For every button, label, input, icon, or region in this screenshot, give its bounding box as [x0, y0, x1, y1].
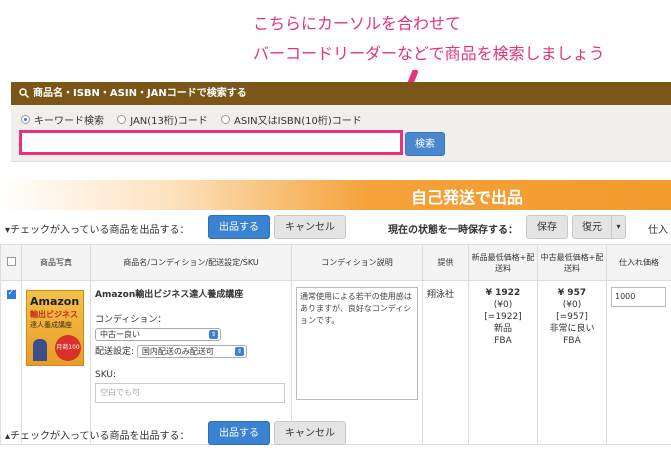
- used-price-total: [=957]: [556, 312, 588, 322]
- new-price-fulfillment: FBA: [494, 336, 512, 346]
- radio-keyword-label: キーワード検索: [34, 116, 104, 127]
- toolbar-bottom-text: ▴チェックが入っている商品を出品する：: [5, 427, 190, 442]
- shipping-select-value: 国内配送のみ配送可: [141, 347, 214, 356]
- checked-items-label: チェックが入っている商品を出品する：: [10, 225, 190, 236]
- header-product: 商品名/コンディション/配送設定/SKU: [90, 244, 292, 281]
- search-panel-title: 商品名・ISBN・ASIN・JANコードで検索する: [33, 88, 247, 99]
- search-mode-radios: キーワード検索 JAN(13桁)コード ASIN又はISBN(10桁)コード: [21, 112, 372, 127]
- condition-select[interactable]: 中古ー良い ⇕: [95, 328, 221, 341]
- condition-label: コンディション：: [95, 315, 167, 325]
- radio-jan-dot[interactable]: [117, 115, 127, 124]
- section-banner: 自己発送で出品: [0, 180, 671, 210]
- radio-jan[interactable]: JAN(13桁)コード: [117, 112, 208, 127]
- list-items-button-bottom[interactable]: 出品する: [208, 421, 270, 445]
- shipping-row: 配送設定: 国内配送のみ配送可 ⇕: [95, 344, 291, 358]
- condition-select-value: 中古ー良い: [100, 330, 140, 339]
- header-condition-note: コンディション説明: [291, 244, 423, 281]
- sku-input[interactable]: 空白でも可: [95, 383, 285, 403]
- used-price-value: ¥ 957: [557, 288, 587, 298]
- radio-keyword-dot[interactable]: [21, 115, 30, 124]
- save-state-label: 現在の状態を一時保存する：: [388, 225, 518, 236]
- used-price-condition: 非常に良い: [549, 324, 595, 334]
- shipping-select[interactable]: 国内配送のみ配送可 ⇕: [136, 345, 247, 358]
- condition-note-textarea[interactable]: 通常使用による若干の使用感はありますが、良好なコンディションです。: [296, 287, 418, 400]
- search-panel: キーワード検索 JAN(13桁)コード ASIN又はISBN(10桁)コード 検…: [11, 105, 671, 162]
- select-all-cell: [0, 244, 22, 281]
- radio-jan-label: JAN(13桁)コード: [130, 116, 208, 127]
- restore-button[interactable]: 復元: [572, 215, 612, 239]
- annotation-line-1: こちらにカーソルを合わせて: [253, 14, 462, 33]
- new-price-total: [=1922]: [484, 312, 522, 322]
- search-icon: [19, 88, 29, 98]
- select-arrows-icon: ⇕: [234, 347, 244, 356]
- cancel-button[interactable]: キャンセル: [274, 215, 346, 239]
- radio-asin-label: ASIN又はISBN(10桁)コード: [234, 116, 362, 127]
- shipping-label: 配送設定:: [95, 347, 135, 357]
- row-checkbox[interactable]: [6, 288, 16, 299]
- header-purchase-price: 仕入れ価格: [606, 244, 671, 281]
- restore-dropdown-caret-icon[interactable]: ▾: [611, 215, 626, 239]
- sku-label: SKU:: [95, 370, 116, 380]
- purchase-price-input[interactable]: 1000: [611, 287, 666, 307]
- search-input[interactable]: [19, 130, 403, 155]
- header-photo: 商品写真: [21, 244, 91, 281]
- book-cover-seal: 月商100万円: [55, 335, 81, 361]
- book-cover-tagline: 達人養成講座: [30, 321, 72, 329]
- select-arrows-icon: ⇕: [209, 330, 218, 339]
- annotation-line-2: バーコードリーダーなどで商品を検索しましょう: [253, 44, 605, 63]
- list-items-button[interactable]: 出品する: [208, 215, 270, 239]
- new-price-condition: 新品: [493, 324, 512, 334]
- header-provider: 提供: [422, 244, 469, 281]
- listing-table: 商品写真 商品名/コンディション/配送設定/SKU コンディション説明 提供 新…: [0, 244, 671, 445]
- radio-keyword[interactable]: キーワード検索: [21, 112, 104, 127]
- condition-select-wrap: 中古ー良い ⇕: [95, 328, 291, 341]
- banner-title: 自己発送で出品: [411, 188, 524, 207]
- select-all-checkbox[interactable]: [6, 256, 16, 266]
- purchase-label: 仕入: [648, 225, 668, 236]
- new-price-value: ¥ 1922: [485, 288, 521, 298]
- checked-items-label-bottom: チェックが入っている商品を出品する：: [10, 431, 190, 442]
- header-new-price: 新品最低価格+配送料: [468, 244, 538, 281]
- search-panel-header: 商品名・ISBN・ASIN・JANコードで検索する: [11, 82, 671, 105]
- used-price-shipping: (¥0): [562, 300, 582, 310]
- header-used-price: 中古最低価格+配送料: [537, 244, 607, 281]
- search-button[interactable]: 検索: [405, 132, 445, 156]
- toolbar-bottom: ▴チェックが入っている商品を出品する： 出品する キャンセル: [0, 420, 671, 448]
- book-cover-figure: [33, 339, 47, 361]
- radio-asin-dot[interactable]: [221, 115, 230, 124]
- toolbar-top: ▾チェックが入っている商品を出品する： 出品する キャンセル 現在の状態を一時保…: [0, 214, 671, 242]
- radio-asin[interactable]: ASIN又はISBN(10桁)コード: [221, 112, 362, 127]
- product-name: Amazon輸出ビジネス達人養成講座: [95, 290, 244, 300]
- new-price-shipping: (¥0): [493, 300, 513, 310]
- save-button[interactable]: 保存: [526, 215, 568, 239]
- cancel-button-bottom[interactable]: キャンセル: [274, 421, 346, 445]
- book-cover-subtitle: 輸出ビジネス: [30, 310, 78, 319]
- table-header-row: 商品写真 商品名/コンディション/配送設定/SKU コンディション説明 提供 新…: [0, 244, 671, 281]
- book-cover-image: Amazon 輸出ビジネス 達人養成講座 月商100万円: [26, 290, 84, 366]
- used-price-fulfillment: FBA: [563, 336, 581, 346]
- toolbar-top-text: ▾チェックが入っている商品を出品する：: [5, 221, 190, 236]
- book-cover-title: Amazon: [30, 295, 80, 308]
